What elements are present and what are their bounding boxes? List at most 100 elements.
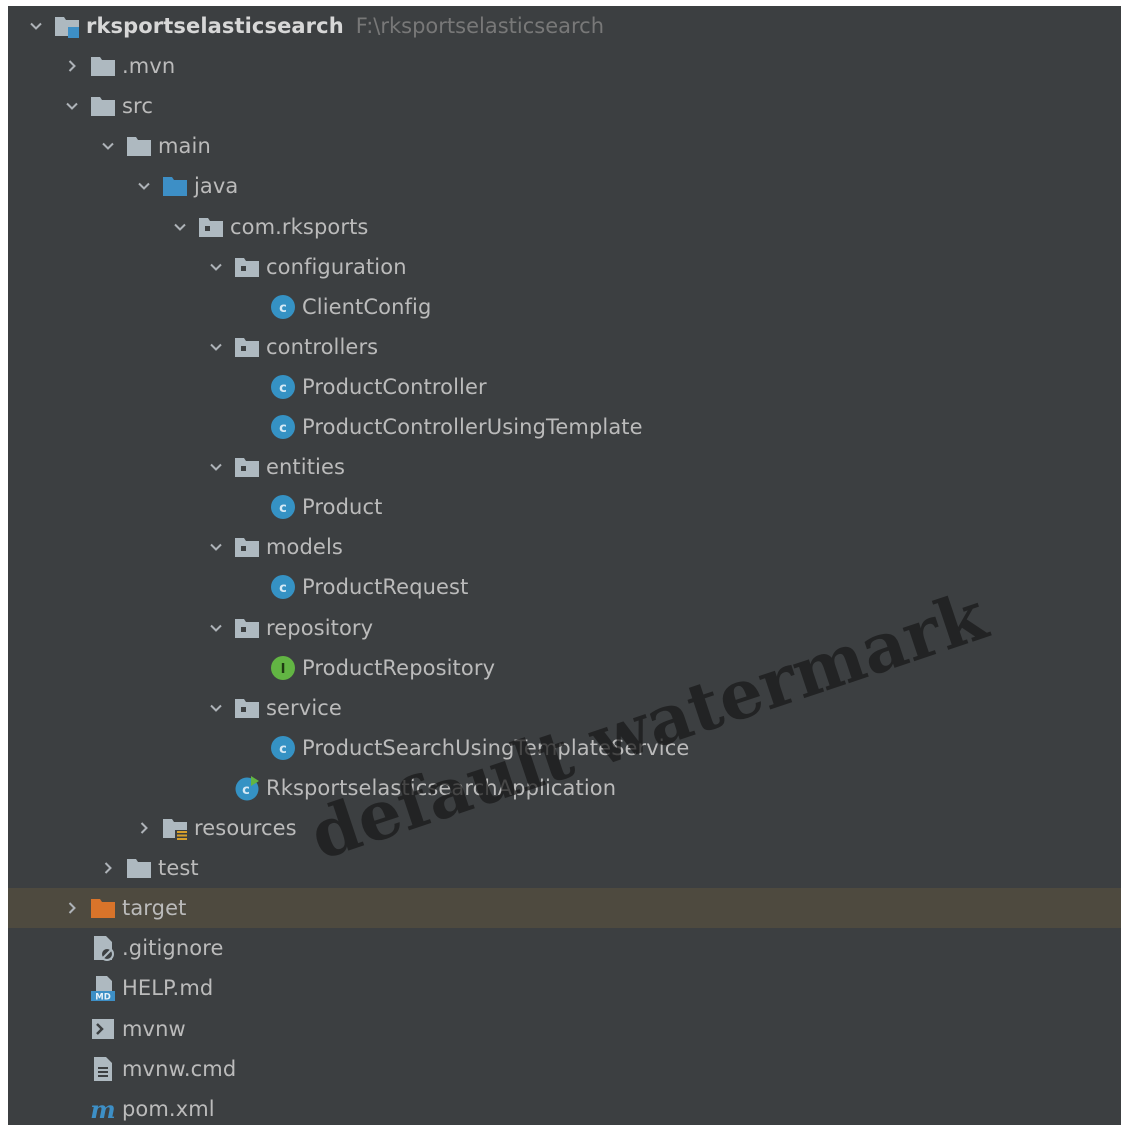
tree-node-productrepository[interactable]: I ProductRepository [8,648,1121,688]
tree-node-mvn[interactable]: .mvn [8,46,1121,86]
tree-node-gitignore[interactable]: .gitignore [8,928,1121,968]
chevron-down-icon[interactable] [96,126,120,166]
chevron-right-icon[interactable] [60,888,84,928]
tree-node-label: configuration [266,255,407,279]
tree-node-label: ProductController [302,375,487,399]
svg-text:m: m [90,1096,115,1122]
tree-node-label: mvnw.cmd [122,1057,237,1081]
tree-node-help-md[interactable]: MD HELP.md [8,968,1121,1008]
tree-node-test[interactable]: test [8,848,1121,888]
tree-node-resources[interactable]: resources [8,808,1121,848]
tree-root-row[interactable]: rksportselasticsearch F:\rksportselastic… [8,6,1121,46]
tree-node-label: repository [266,616,374,640]
interface-icon: I [270,655,296,681]
tree-node-productrequest[interactable]: c ProductRequest [8,567,1121,607]
tree-node-controllers[interactable]: controllers [8,327,1121,367]
tree-node-label: .gitignore [122,936,224,960]
package-icon [234,534,260,560]
package-icon [234,695,260,721]
chevron-down-icon[interactable] [204,527,228,567]
package-icon [234,334,260,360]
tree-node-productcontroller[interactable]: c ProductController [8,367,1121,407]
tree-node-label: RksportselasticsearchApplication [266,776,617,800]
text-file-icon [90,1056,116,1082]
package-icon [234,454,260,480]
tree-node-label: .mvn [122,54,176,78]
svg-text:I: I [281,662,286,677]
svg-text:c: c [242,783,250,798]
tree-node-label: main [158,134,211,158]
tree-node-label: controllers [266,335,379,359]
tree-node-label: ProductControllerUsingTemplate [302,415,643,439]
chevron-right-icon[interactable] [132,808,156,848]
tree-node-label: ProductRequest [302,575,469,599]
tree-node-clientconfig[interactable]: c ClientConfig [8,287,1121,327]
tree-node-label: com.rksports [230,215,369,239]
class-icon: c [270,374,296,400]
root-project-name: rksportselasticsearch [86,14,344,38]
tree-node-label: java [194,174,239,198]
tree-node-src[interactable]: src [8,86,1121,126]
svg-text:c: c [279,301,287,316]
tree-node-productcontrollerusingtemplate[interactable]: c ProductControllerUsingTemplate [8,407,1121,447]
tree-node-configuration[interactable]: configuration [8,247,1121,287]
package-icon [234,254,260,280]
svg-text:c: c [279,581,287,596]
tree-node-label: pom.xml [122,1097,215,1121]
module-folder-icon [54,13,80,39]
source-folder-icon [162,173,188,199]
spring-app-class-icon: c [234,775,260,801]
tree-node-label: ClientConfig [302,295,432,319]
project-tree-panel: rksportselasticsearch F:\rksportselastic… [8,6,1121,1125]
tree-node-target[interactable]: target [8,888,1121,928]
tree-node-repository[interactable]: repository [8,608,1121,648]
chevron-down-icon[interactable] [60,86,84,126]
resources-folder-icon [162,815,188,841]
folder-icon [126,855,152,881]
tree-node-productsearchusingtemplateservice[interactable]: c ProductSearchUsingTemplateService [8,728,1121,768]
tree-node-label: mvnw [122,1017,186,1041]
tree-node-entities[interactable]: entities [8,447,1121,487]
tree-node-product[interactable]: c Product [8,487,1121,527]
tree-node-label: entities [266,455,346,479]
chevron-down-icon[interactable] [204,447,228,487]
tree-node-com-rksports[interactable]: com.rksports [8,207,1121,247]
svg-text:c: c [279,421,287,436]
chevron-down-icon[interactable] [24,6,48,46]
tree-node-java[interactable]: java [8,166,1121,206]
tree-node-mvnw[interactable]: mvnw [8,1009,1121,1049]
chevron-down-icon[interactable] [204,688,228,728]
excluded-folder-icon [90,895,116,921]
chevron-down-icon[interactable] [204,327,228,367]
chevron-right-icon[interactable] [60,46,84,86]
tree-node-label: target [122,896,187,920]
markdown-file-icon: MD [90,975,116,1001]
tree-node-mvnw-cmd[interactable]: mvnw.cmd [8,1049,1121,1089]
folder-icon [90,93,116,119]
svg-text:MD: MD [95,993,111,1002]
tree-node-models[interactable]: models [8,527,1121,567]
tree-node-label: HELP.md [122,976,214,1000]
svg-text:c: c [279,501,287,516]
root-project-path: F:\rksportselasticsearch [355,14,605,38]
chevron-right-icon[interactable] [96,848,120,888]
class-icon: c [270,294,296,320]
svg-text:c: c [279,381,287,396]
tree-node-main[interactable]: main [8,126,1121,166]
maven-icon: m [90,1096,116,1122]
tree-node-service[interactable]: service [8,688,1121,728]
folder-icon [126,133,152,159]
tree-node-label: ProductRepository [302,656,496,680]
tree-node-pom-xml[interactable]: m pom.xml [8,1089,1121,1125]
chevron-down-icon[interactable] [132,166,156,206]
chevron-down-icon[interactable] [204,247,228,287]
shell-script-icon [90,1016,116,1042]
package-icon [198,214,224,240]
chevron-down-icon[interactable] [168,207,192,247]
tree-node-label: models [266,535,343,559]
tree-node-rksportselasticsearchapplication[interactable]: c RksportselasticsearchApplication [8,768,1121,808]
tree-node-label: Product [302,495,383,519]
tree-node-label: resources [194,816,297,840]
folder-icon [90,53,116,79]
chevron-down-icon[interactable] [204,608,228,648]
